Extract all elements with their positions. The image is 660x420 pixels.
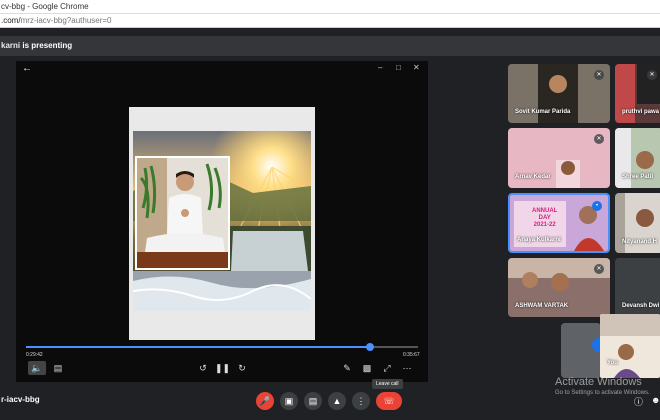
mic-off-icon: ✕ — [594, 134, 604, 144]
people-icon[interactable]: ☻ — [651, 395, 660, 405]
child-photo — [135, 156, 230, 270]
participant-name: pruthvi pawa — [622, 109, 660, 115]
window-title: cv-bbg - Google Chrome — [0, 0, 660, 13]
mic-off-icon[interactable]: 🎤 — [256, 392, 274, 410]
participant-name: Devansh Dwi — [622, 303, 660, 309]
url-path: mrz-iacv-bbg?authuser=0 — [20, 16, 112, 25]
restore-icon[interactable]: □ — [396, 63, 401, 72]
volume-icon[interactable]: 🔈 — [28, 361, 46, 375]
presenting-suffix: is presenting — [20, 41, 73, 50]
participant-tile[interactable]: ✕ Arnav Kedar — [508, 128, 610, 188]
participant-tile[interactable] — [561, 323, 601, 378]
leave-call-tooltip: Leave call — [372, 379, 403, 389]
present-icon[interactable]: ▲ — [328, 392, 346, 410]
arrow-back-icon[interactable]: ← — [22, 63, 32, 74]
end-call-icon[interactable]: ☏ — [376, 392, 402, 410]
annual-line2: DAY — [538, 215, 551, 221]
player-topbar: ← – □ ✕ — [16, 61, 428, 77]
close-icon[interactable]: ✕ — [413, 63, 420, 72]
captions-icon[interactable]: ▤ — [51, 361, 65, 375]
annual-line1: ANNUAL — [532, 208, 558, 214]
camera-icon[interactable]: ▣ — [280, 392, 298, 410]
participant-name: Shree Patil — [622, 174, 654, 180]
participant-tile[interactable]: Nityanand H — [615, 193, 660, 253]
captions-icon[interactable]: ▤ — [304, 392, 322, 410]
participant-video — [561, 323, 601, 378]
video-progress-bar[interactable] — [26, 343, 418, 351]
participant-name: Arnav Kedar — [515, 174, 551, 180]
participant-name: ASHWAM VARTAK — [515, 303, 569, 309]
self-video — [600, 314, 660, 378]
participant-tile[interactable]: ✕ Sovit Kumar Parida — [508, 64, 610, 123]
participant-name: Anaya Kulkarni — [517, 237, 561, 243]
forward-icon[interactable]: ↻ — [235, 361, 249, 375]
child-meditating-image — [137, 158, 228, 268]
participant-tile[interactable]: ✕ pruthvi pawa — [615, 64, 660, 123]
self-view-tile[interactable]: You — [600, 314, 660, 378]
minimize-icon[interactable]: – — [378, 63, 382, 72]
info-icon[interactable]: ⓘ — [634, 395, 643, 408]
rewind-icon[interactable]: ↺ — [196, 361, 210, 375]
speaking-indicator-icon: • — [592, 201, 602, 211]
mic-off-icon: ✕ — [647, 70, 657, 80]
participant-name: Nityanand H — [622, 239, 658, 245]
current-time: 0:29:42 — [26, 352, 43, 358]
self-name: You — [607, 360, 618, 366]
total-time: 0:35:67 — [403, 352, 420, 358]
more-options-icon[interactable]: ⋮ — [352, 392, 370, 410]
pen-icon[interactable]: ✎ — [340, 361, 354, 375]
participant-tile[interactable]: Shree Patil — [615, 128, 660, 188]
participant-tile[interactable]: ✕ ASHWAM VARTAK — [508, 258, 610, 317]
activate-title: Activate Windows — [555, 376, 642, 388]
pause-icon[interactable]: ❚❚ — [215, 361, 230, 375]
video-progress-fill — [26, 346, 370, 348]
shared-screen: ← – □ ✕ 0:29:42 0:35:67 🔈 ▤ ↺ ❚❚ ↻ ✎ ▩ ⤢… — [16, 61, 428, 382]
address-bar[interactable]: .com/mrz-iacv-bbg?authuser=0 — [0, 13, 660, 28]
miniplayer-icon[interactable]: ▩ — [360, 361, 374, 375]
activate-windows-watermark: Activate Windows Go to Settings to activ… — [555, 376, 650, 396]
more-icon[interactable]: ⋯ — [400, 361, 414, 375]
video-progress-knob[interactable] — [365, 343, 374, 351]
mic-off-icon: ✕ — [594, 264, 604, 274]
meeting-code: r-iacv-bbg — [1, 395, 40, 404]
annual-line3: 2021-22 — [533, 222, 556, 228]
url-host: .com/ — [1, 16, 21, 25]
participant-tile-speaking[interactable]: ANNUAL DAY 2021-22 • Anaya Kulkarni — [508, 193, 610, 253]
fullscreen-icon[interactable]: ⤢ — [380, 361, 394, 375]
annual-day-sign: ANNUAL DAY 2021-22 — [532, 208, 557, 229]
participant-name: Sovit Kumar Parida — [515, 109, 571, 115]
presenter-name: karni — [1, 41, 21, 50]
mic-off-icon: ✕ — [594, 70, 604, 80]
presenting-banner: karni is presenting — [0, 36, 660, 56]
participant-tile[interactable]: Devansh Dwi — [615, 258, 660, 317]
